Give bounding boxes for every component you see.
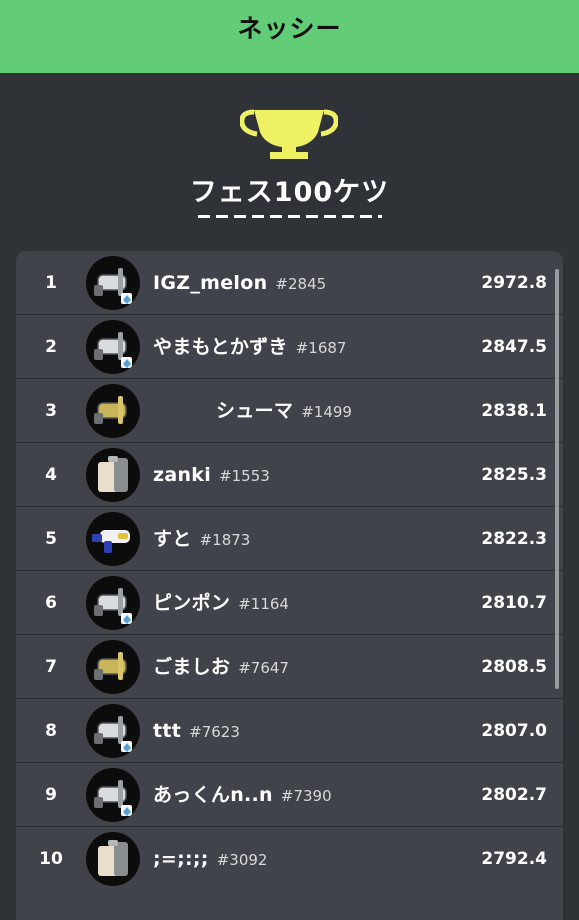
player-score: 2822.3 [481,529,547,549]
brush-weapon-icon [94,588,132,624]
player-score: 2792.4 [481,849,547,869]
player-name: ごましお [153,656,231,678]
scrollbar[interactable] [555,269,559,689]
ranking-row[interactable]: 4 zanki #1553 2825.3 [16,443,563,507]
player-id: #1553 [219,467,270,485]
weapon-avatar [86,256,140,310]
splatling-weapon-icon [98,456,128,492]
trophy-icon [240,109,338,159]
rank-number: 4 [45,465,57,485]
title-underline [198,215,382,218]
ranking-row[interactable]: 9 あっくんn..n #7390 2802.7 [16,763,563,827]
player-score: 2802.7 [481,785,547,805]
player-id: #1873 [199,531,251,549]
rank-number: 10 [39,849,63,869]
rank-number: 8 [45,721,57,741]
player-score: 2838.1 [481,401,547,421]
ranking-title: フェス100ケツ [189,177,390,208]
player-name: あっくんn..n [153,784,273,806]
player-score: 2825.3 [481,465,547,485]
weapon-avatar [86,384,140,438]
player-id: #2845 [275,275,327,293]
brush-weapon-gold-icon [94,396,127,424]
player-name: すと [153,528,192,550]
player-id: #1164 [238,595,289,613]
brush-weapon-icon [94,268,132,304]
brush-weapon-icon [94,780,132,816]
rank-number: 6 [45,593,57,613]
weapon-avatar [86,768,140,822]
ranking-row[interactable]: 7 ごましお #7647 2808.5 [16,635,563,699]
player-id: #7647 [238,659,289,677]
player-name: zanki [153,464,212,486]
weapon-avatar [86,448,140,502]
player-name: ;=;:;; [153,848,209,870]
blaster-weapon-icon [92,530,130,553]
player-id: #1687 [295,339,347,357]
rank-number: 5 [45,529,57,549]
rank-number: 7 [45,657,57,677]
player-name: ttt [153,720,182,742]
splatling-weapon-icon [98,840,128,876]
player-id: #1499 [301,403,352,421]
ranking-list[interactable]: 1 IGZ_melon #2845 2972.8 2 やまもとかずき #1687… [16,251,563,920]
ranking-row[interactable]: 2 やまもとかずき #1687 2847.5 [16,315,563,379]
rank-number: 1 [45,273,57,293]
player-id: #3092 [216,851,268,869]
player-score: 2807.0 [481,721,547,741]
weapon-avatar [86,512,140,566]
ranking-row[interactable]: 3 シューマ #1499 2838.1 [16,379,563,443]
rank-number: 9 [45,785,57,805]
player-id: #7390 [280,787,332,805]
player-score: 2810.7 [481,593,547,613]
player-id: #7623 [189,723,240,741]
ranking-row[interactable]: 10 ;=;:;; #3092 2792.4 [16,827,563,891]
ranking-hero: フェス100ケツ [0,73,579,251]
player-name: ピンポン [153,592,231,614]
rank-number: 3 [45,401,57,421]
ranking-row[interactable]: 1 IGZ_melon #2845 2972.8 [16,251,563,315]
weapon-avatar [86,640,140,694]
weapon-avatar [86,320,140,374]
brush-weapon-gold-icon [94,652,127,680]
weapon-avatar [86,704,140,758]
player-name: やまもとかずき [153,336,288,358]
player-name: IGZ_melon [153,272,268,294]
ranking-row[interactable]: 5 すと #1873 2822.3 [16,507,563,571]
player-score: 2808.5 [481,657,547,677]
weapon-avatar [86,832,140,886]
app-header: ネッシー [0,0,579,73]
ranking-row[interactable]: 6 ピンポン #1164 2810.7 [16,571,563,635]
player-score: 2847.5 [481,337,547,357]
weapon-avatar [86,576,140,630]
rank-number: 2 [45,337,57,357]
player-name: シューマ [216,400,294,422]
brush-weapon-icon [94,716,132,752]
player-score: 2972.8 [481,273,547,293]
header-title: ネッシー [237,13,342,43]
brush-weapon-icon [94,332,132,368]
ranking-row[interactable]: 8 ttt #7623 2807.0 [16,699,563,763]
